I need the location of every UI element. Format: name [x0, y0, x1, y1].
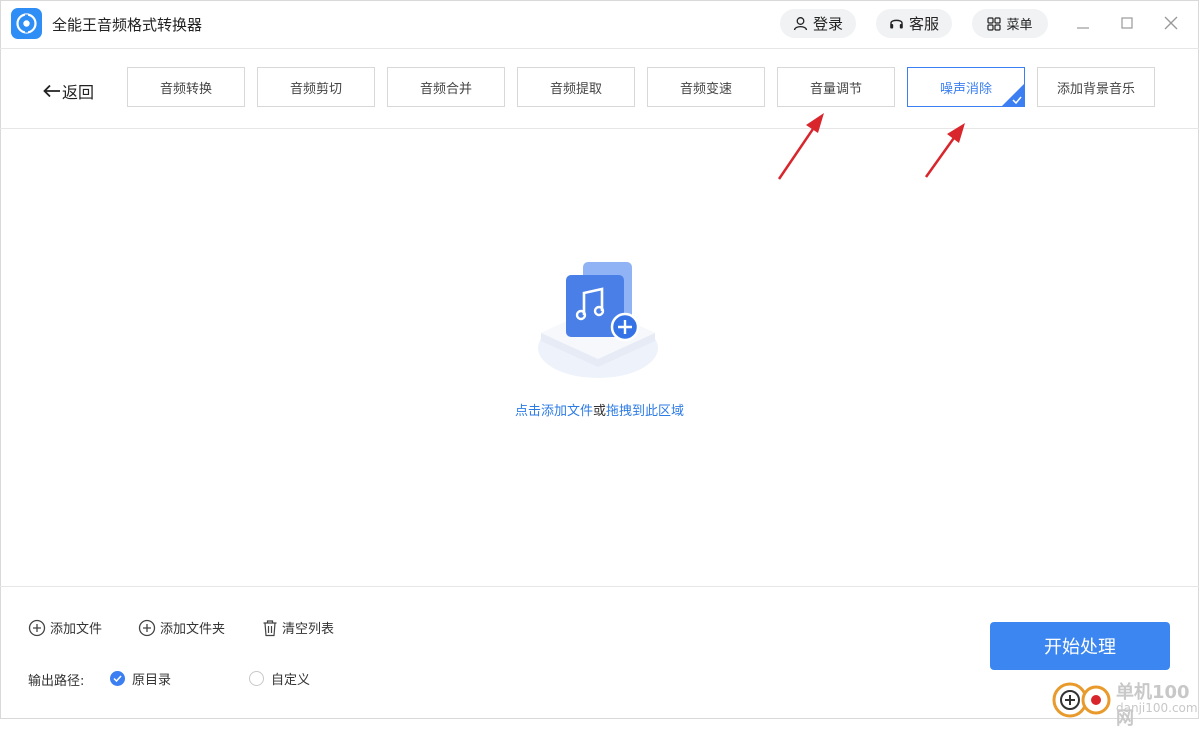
- plus-circle-icon: [138, 619, 156, 636]
- menu-button[interactable]: 菜单: [972, 9, 1048, 38]
- radio-original-dir[interactable]: 原目录: [110, 669, 171, 688]
- click-add-link[interactable]: 点击添加文件: [515, 404, 593, 419]
- clear-list-button[interactable]: 清空列表: [262, 618, 334, 637]
- tab-label: 添加背景音乐: [1056, 81, 1135, 97]
- maximize-icon[interactable]: [1117, 14, 1137, 34]
- title-divider: [0, 48, 1199, 49]
- title-bar: 全能王音频格式转换器 登录 客服 菜单: [0, 0, 1199, 48]
- headset-icon: [890, 19, 903, 29]
- login-button[interactable]: 登录: [780, 9, 856, 38]
- add-folder-button[interactable]: 添加文件夹: [138, 618, 225, 637]
- tab-label: 音频变速: [679, 81, 732, 97]
- output-path-label: 输出路径:: [28, 674, 85, 689]
- tab-label: 音频剪切: [289, 81, 342, 97]
- tab-label: 音量调节: [809, 81, 862, 97]
- nav-divider: [0, 128, 1199, 129]
- radio-label: 原目录: [132, 673, 172, 688]
- user-icon: [793, 17, 808, 31]
- login-label: 登录: [812, 15, 843, 33]
- tab-audio-speed[interactable]: 音频变速: [647, 67, 765, 107]
- back-label: 返回: [62, 83, 95, 102]
- trash-icon: [263, 619, 277, 636]
- checkmark-icon: [1012, 96, 1022, 104]
- drag-here-text: 拖拽到此区域: [606, 404, 685, 419]
- clear-list-label: 清空列表: [282, 622, 335, 637]
- tab-noise-removal[interactable]: 噪声消除: [907, 67, 1025, 107]
- add-folder-label: 添加文件夹: [160, 622, 226, 637]
- arrow-left-icon: [43, 84, 60, 98]
- radio-unchecked-icon: [249, 671, 264, 686]
- tab-volume-adjust[interactable]: 音量调节: [777, 67, 895, 107]
- bottom-divider: [0, 586, 1199, 587]
- tab-label: 音频转换: [159, 81, 212, 97]
- music-file-add-icon: [538, 262, 658, 378]
- tab-audio-convert[interactable]: 音频转换: [127, 67, 245, 107]
- minimize-icon[interactable]: [1073, 14, 1093, 34]
- radio-label: 自定义: [271, 673, 311, 688]
- start-processing-button[interactable]: 开始处理: [990, 622, 1170, 670]
- grid-menu-icon: [987, 16, 1002, 31]
- plus-circle-icon: [28, 619, 46, 636]
- watermark-url: danji100.com: [1116, 701, 1198, 715]
- service-label: 客服: [908, 15, 939, 33]
- menu-label: 菜单: [1006, 18, 1033, 33]
- tab-audio-merge[interactable]: 音频合并: [387, 67, 505, 107]
- dropzone-hint[interactable]: 点击添加文件或拖拽到此区域: [0, 400, 1199, 419]
- add-file-button[interactable]: 添加文件: [28, 618, 102, 637]
- radio-checked-icon: [110, 671, 125, 686]
- tab-label: 噪声消除: [939, 81, 992, 97]
- app-title: 全能王音频格式转换器: [52, 16, 203, 34]
- back-button[interactable]: 返回: [42, 79, 94, 103]
- tab-label: 音频合并: [419, 81, 472, 97]
- close-icon[interactable]: [1161, 14, 1181, 34]
- add-file-label: 添加文件: [50, 622, 103, 637]
- tab-label: 音频提取: [549, 81, 602, 97]
- tab-add-bgm[interactable]: 添加背景音乐: [1037, 67, 1155, 107]
- radio-custom-dir[interactable]: 自定义: [249, 669, 310, 688]
- add-file-dropzone[interactable]: [533, 255, 663, 389]
- or-text: 或: [592, 404, 606, 419]
- tab-audio-cut[interactable]: 音频剪切: [257, 67, 375, 107]
- tab-audio-extract[interactable]: 音频提取: [517, 67, 635, 107]
- app-logo-icon: [11, 8, 42, 39]
- service-button[interactable]: 客服: [876, 9, 952, 38]
